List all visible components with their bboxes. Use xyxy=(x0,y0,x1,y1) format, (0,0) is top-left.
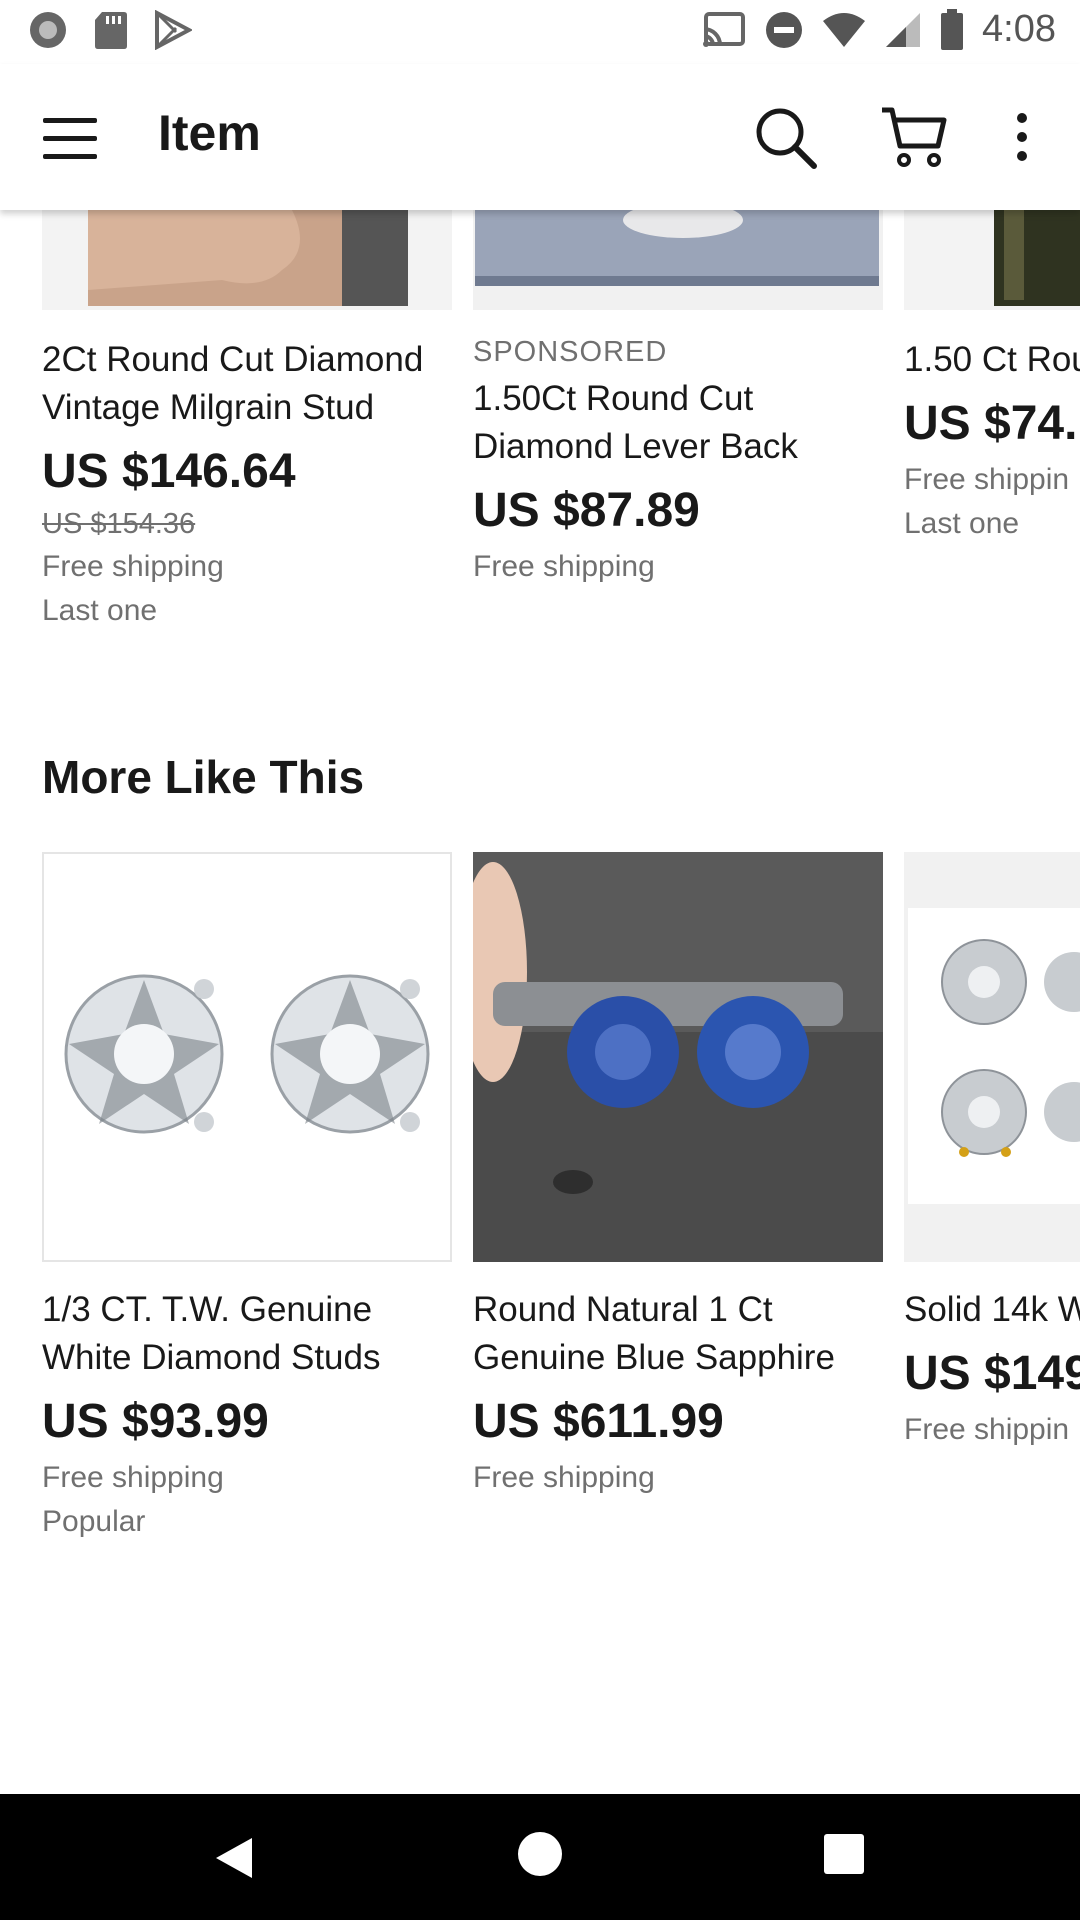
system-nav-bar xyxy=(0,1794,1080,1920)
signal-icon xyxy=(886,12,921,47)
item-price: US $87.89 xyxy=(473,484,700,537)
status-time: 4:08 xyxy=(982,8,1056,50)
wifi-icon xyxy=(823,12,866,47)
item-image[interactable] xyxy=(473,852,883,1262)
shipping-text: Free shippin xyxy=(904,1413,1070,1446)
section-title: More Like This xyxy=(42,751,365,803)
search-icon[interactable] xyxy=(752,104,818,170)
item-price: US $93.99 xyxy=(42,1395,269,1448)
item-note: Last one xyxy=(42,594,158,627)
item-price: US $149 xyxy=(904,1347,1080,1400)
recents-icon[interactable] xyxy=(824,1834,864,1874)
battery-icon xyxy=(941,8,964,50)
item-title[interactable]: Solid 14k W Yellow Gol xyxy=(904,1286,1080,1334)
list-item[interactable]: Round Natural 1 Ct Genuine Blue Sapphire… xyxy=(473,852,883,1572)
play-store-icon xyxy=(155,10,192,50)
item-photo xyxy=(44,854,450,1260)
back-icon[interactable] xyxy=(212,1834,256,1882)
notification-icon xyxy=(30,12,66,48)
item-photo xyxy=(42,210,452,310)
sponsored-label: SPONSORED xyxy=(473,336,668,368)
item-photo xyxy=(904,210,1080,310)
item-price: US $74. xyxy=(904,397,1078,450)
menu-icon[interactable] xyxy=(40,108,100,168)
cart-icon[interactable] xyxy=(880,104,948,170)
app-bar: Item xyxy=(0,64,1080,210)
item-title[interactable]: 1.50 Ct Rou Diamond A xyxy=(904,336,1080,384)
content: 2Ct Round Cut Diamond Vintage Milgrain S… xyxy=(0,210,1080,1794)
cast-icon xyxy=(703,11,746,47)
list-item[interactable]: SPONSORED 1.50Ct Round Cut Diamond Lever… xyxy=(473,210,883,630)
list-item[interactable]: 1.50 Ct Rou Diamond A US $74. Free shipp… xyxy=(904,210,1080,630)
item-title[interactable]: 1.50Ct Round Cut Diamond Lever Back xyxy=(473,375,883,471)
list-item[interactable]: 1/3 CT. T.W. Genuine White Diamond Studs… xyxy=(42,852,452,1572)
page-title: Item xyxy=(158,105,261,161)
item-title[interactable]: 1/3 CT. T.W. Genuine White Diamond Studs xyxy=(42,1286,452,1382)
shipping-text: Free shipping xyxy=(473,1461,655,1494)
item-photo xyxy=(473,210,883,310)
item-price: US $611.99 xyxy=(473,1395,724,1448)
shipping-text: Free shipping xyxy=(42,550,224,583)
shipping-text: Free shipping xyxy=(473,550,655,583)
more-vert-icon[interactable] xyxy=(1004,104,1040,170)
shipping-text: Free shippin xyxy=(904,463,1070,496)
item-image[interactable] xyxy=(904,852,1080,1262)
do-not-disturb-icon xyxy=(766,11,803,48)
item-image[interactable] xyxy=(904,210,1080,310)
item-note: Last one xyxy=(904,507,1020,540)
sd-card-icon xyxy=(95,12,127,49)
item-image[interactable] xyxy=(473,210,883,310)
list-item[interactable]: Solid 14k W Yellow Gol US $149 Free ship… xyxy=(904,852,1080,1572)
item-image[interactable] xyxy=(42,852,452,1262)
item-photo xyxy=(473,852,883,1262)
item-photo xyxy=(904,852,1080,1262)
original-price: US $154.36 xyxy=(42,508,196,540)
status-bar: 4:08 xyxy=(0,0,1080,64)
item-title[interactable]: Round Natural 1 Ct Genuine Blue Sapphire xyxy=(473,1286,883,1382)
item-title[interactable]: 2Ct Round Cut Diamond Vintage Milgrain S… xyxy=(42,336,452,432)
list-item[interactable]: 2Ct Round Cut Diamond Vintage Milgrain S… xyxy=(42,210,452,630)
home-icon[interactable] xyxy=(518,1832,562,1876)
item-price: US $146.64 xyxy=(42,445,296,498)
shipping-text: Free shipping xyxy=(42,1461,224,1494)
item-image[interactable] xyxy=(42,210,452,310)
item-note: Popular xyxy=(42,1505,146,1538)
